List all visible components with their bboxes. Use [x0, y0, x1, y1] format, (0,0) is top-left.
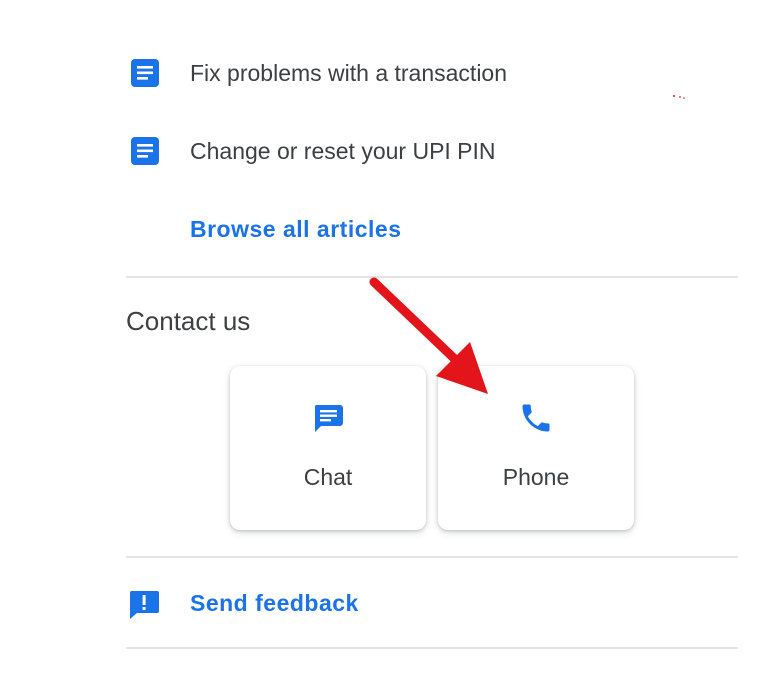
phone-icon [522, 404, 550, 432]
divider [126, 647, 738, 649]
article-link-reset-upi-pin[interactable]: Change or reset your UPI PIN [190, 138, 496, 165]
feedback-icon [129, 591, 159, 619]
browse-all-articles-link[interactable]: Browse all articles [190, 216, 402, 243]
stray-marks [673, 95, 685, 99]
chat-icon [314, 405, 343, 432]
send-feedback-link[interactable]: Send feedback [190, 590, 359, 617]
article-icon [131, 59, 159, 87]
phone-label: Phone [502, 464, 570, 490]
annotation-arrow-icon [369, 277, 488, 394]
chat-label: Chat [303, 464, 353, 490]
divider [126, 556, 738, 558]
article-link-fix-transaction[interactable]: Fix problems with a transaction [190, 60, 507, 87]
article-icon [131, 137, 159, 165]
contact-us-heading: Contact us [126, 306, 251, 336]
